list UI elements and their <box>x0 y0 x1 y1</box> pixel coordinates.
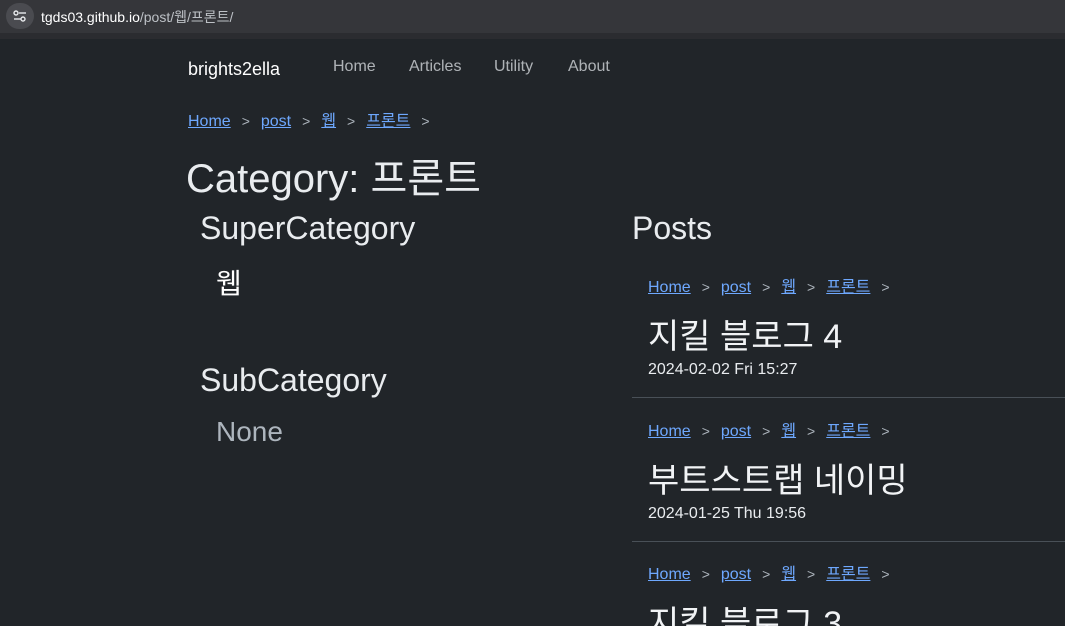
post-card[interactable]: Home > post > 웹 > 프론트 > 지킬 블로그 3 <box>632 542 1065 626</box>
brand-link[interactable]: brights2ella <box>188 59 280 80</box>
post-card[interactable]: Home > post > 웹 > 프론트 > 부트스트랩 네이밍 2024-0… <box>632 399 1065 542</box>
post-date: 2024-01-25 Thu 19:56 <box>648 505 807 522</box>
nav-link-home[interactable]: Home <box>333 58 376 76</box>
nav-link-articles[interactable]: Articles <box>409 58 461 76</box>
site-navbar: brights2ella Home Articles Utility About <box>0 40 1065 96</box>
breadcrumb-separator: > <box>881 423 890 439</box>
post-breadcrumb: Home > post > 웹 > 프론트 > <box>648 560 901 584</box>
nav-link-utility[interactable]: Utility <box>494 58 533 76</box>
post-title[interactable]: 지킬 블로그 4 <box>648 309 842 358</box>
url-host: tgds03.github.io <box>41 9 140 25</box>
breadcrumb-separator: > <box>762 279 771 295</box>
post-breadcrumb: Home > post > 웹 > 프론트 > <box>648 273 901 297</box>
supercategory-link-web[interactable]: 웹 <box>216 262 242 302</box>
post-breadcrumb: Home > post > 웹 > 프론트 > <box>648 417 901 441</box>
breadcrumb-separator: > <box>347 113 356 129</box>
breadcrumb-separator: > <box>762 566 771 582</box>
post-date: 2024-02-02 Fri 15:27 <box>648 361 798 378</box>
breadcrumb: Home > post > 웹 > 프론트 > <box>188 107 441 131</box>
subcategory-heading: SubCategory <box>200 362 387 398</box>
breadcrumb-separator: > <box>701 566 710 582</box>
supercategory-heading: SuperCategory <box>200 210 416 246</box>
browser-address-bar[interactable]: tgds03.github.io/post/웹/프론트/ <box>0 0 1065 33</box>
site-settings-icon[interactable] <box>6 3 34 29</box>
breadcrumb-front[interactable]: 프론트 <box>826 273 870 297</box>
breadcrumb-separator: > <box>881 279 890 295</box>
url-text[interactable]: tgds03.github.io/post/웹/프론트/ <box>41 7 233 27</box>
breadcrumb-home[interactable]: Home <box>648 566 691 584</box>
breadcrumb-web[interactable]: 웹 <box>321 107 336 131</box>
breadcrumb-web[interactable]: 웹 <box>781 273 796 297</box>
breadcrumb-separator: > <box>881 566 890 582</box>
breadcrumb-separator: > <box>807 279 816 295</box>
breadcrumb-front[interactable]: 프론트 <box>366 107 410 131</box>
post-card[interactable]: Home > post > 웹 > 프론트 > 지킬 블로그 4 2024-02… <box>632 255 1065 399</box>
breadcrumb-front[interactable]: 프론트 <box>826 560 870 584</box>
breadcrumb-separator: > <box>241 113 250 129</box>
url-path: /post/웹/프론트/ <box>139 9 234 25</box>
post-divider <box>632 397 1065 398</box>
breadcrumb-separator: > <box>701 279 710 295</box>
post-title[interactable]: 부트스트랩 네이밍 <box>648 453 908 502</box>
breadcrumb-post[interactable]: post <box>261 113 291 131</box>
breadcrumb-separator: > <box>302 113 311 129</box>
breadcrumb-home[interactable]: Home <box>648 279 691 297</box>
breadcrumb-separator: > <box>421 113 430 129</box>
breadcrumb-separator: > <box>807 566 816 582</box>
breadcrumb-separator: > <box>762 423 771 439</box>
breadcrumb-web[interactable]: 웹 <box>781 417 796 441</box>
posts-heading: Posts <box>632 210 713 246</box>
tune-icon <box>13 10 26 22</box>
breadcrumb-separator: > <box>701 423 710 439</box>
breadcrumb-separator: > <box>807 423 816 439</box>
post-title[interactable]: 지킬 블로그 3 <box>648 596 842 626</box>
breadcrumb-post[interactable]: post <box>721 423 751 441</box>
breadcrumb-web[interactable]: 웹 <box>781 560 796 584</box>
subcategory-empty: None <box>216 416 283 447</box>
nav-link-about[interactable]: About <box>568 58 610 76</box>
breadcrumb-home[interactable]: Home <box>648 423 691 441</box>
breadcrumb-post[interactable]: post <box>721 566 751 584</box>
breadcrumb-front[interactable]: 프론트 <box>826 417 870 441</box>
breadcrumb-post[interactable]: post <box>721 279 751 297</box>
breadcrumb-home[interactable]: Home <box>188 113 231 131</box>
browser-divider <box>0 33 1065 39</box>
page-title: Category: 프론트 <box>186 157 481 201</box>
